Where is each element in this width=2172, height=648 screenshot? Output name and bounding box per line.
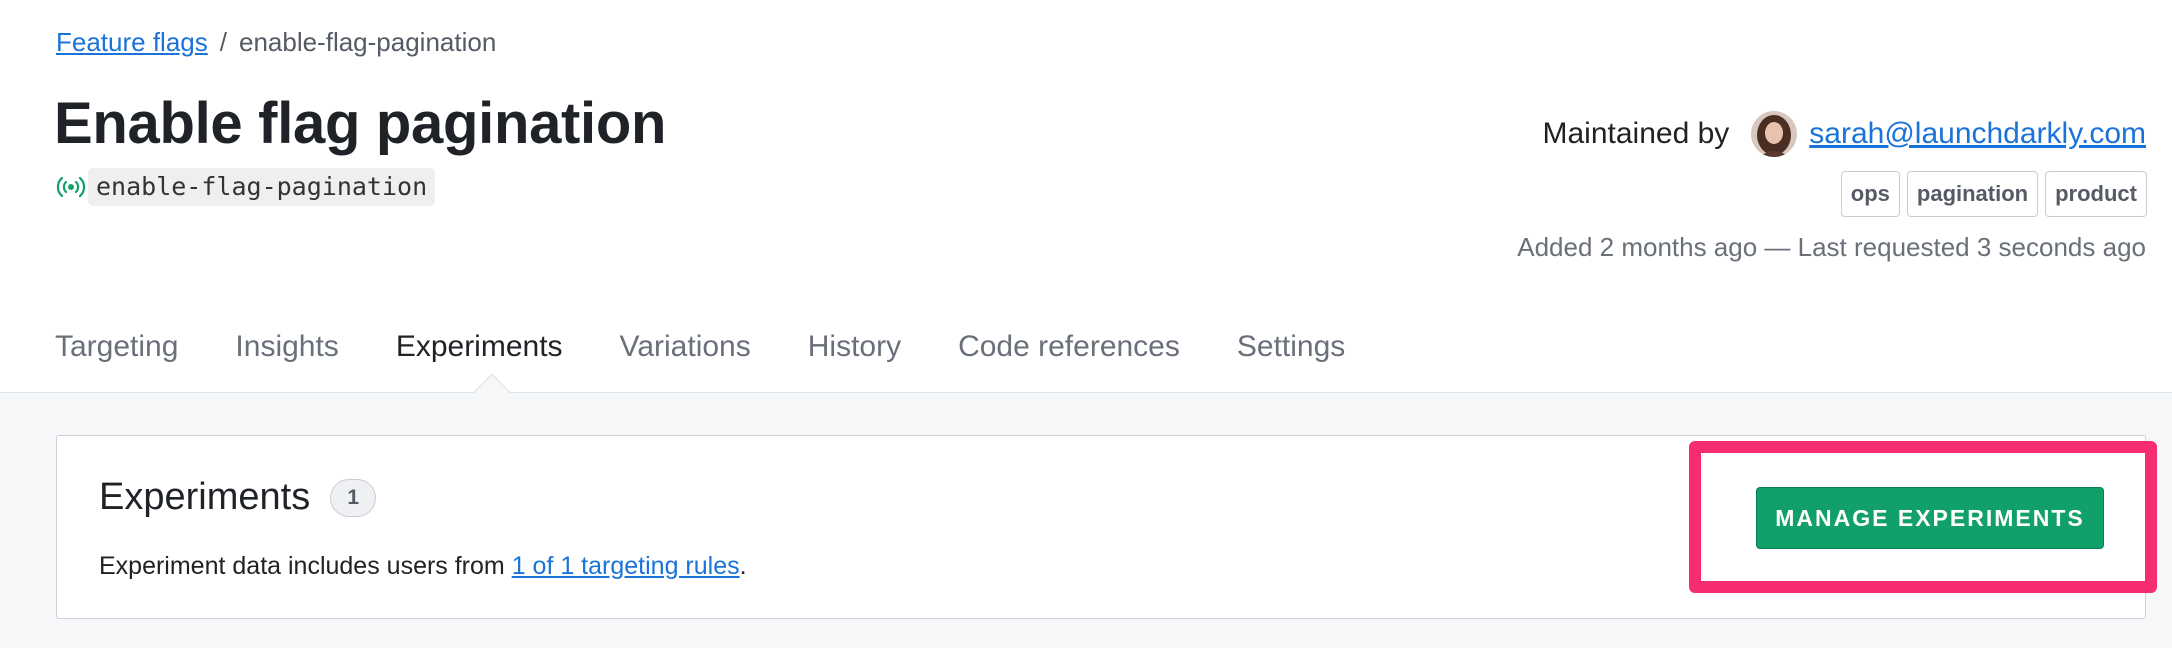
experiments-title: Experiments — [99, 476, 311, 518]
tag-list: ops pagination product — [1840, 171, 2147, 217]
breadcrumb: Feature flags / enable-flag-pagination — [56, 27, 496, 58]
manage-experiments-button[interactable]: MANAGE EXPERIMENTS — [1756, 487, 2104, 549]
description-suffix: . — [739, 552, 747, 580]
breadcrumb-separator: / — [219, 27, 227, 57]
tab-settings[interactable]: Settings — [1237, 330, 1345, 364]
maintainer-label: Maintained by — [1542, 117, 1730, 150]
experiments-description: Experiment data includes users from 1 of… — [99, 552, 747, 581]
maintainer: Maintained by sarah@launchdarkly.com — [1542, 108, 2146, 160]
experiments-header: Experiments 1 — [99, 476, 377, 519]
tag[interactable]: ops — [1840, 171, 1900, 217]
tag[interactable]: pagination — [1906, 171, 2039, 217]
flag-key-row: enable-flag-pagination — [56, 168, 436, 206]
experiments-count-badge: 1 — [330, 478, 377, 517]
tab-experiments[interactable]: Experiments — [396, 330, 563, 364]
page-title: Enable flag pagination — [54, 91, 667, 156]
signal-broadcast-icon — [56, 176, 86, 198]
tab-bar: Targeting Insights Experiments Variation… — [55, 330, 1345, 364]
tab-targeting[interactable]: Targeting — [55, 330, 178, 364]
avatar — [1751, 111, 1798, 157]
flag-key: enable-flag-pagination — [88, 168, 436, 206]
tab-insights[interactable]: Insights — [235, 330, 338, 364]
tab-code-references[interactable]: Code references — [958, 330, 1180, 364]
breadcrumb-feature-flags-link[interactable]: Feature flags — [56, 27, 208, 57]
targeting-rules-link[interactable]: 1 of 1 targeting rules — [512, 552, 740, 580]
tag[interactable]: product — [2045, 171, 2147, 217]
tab-history[interactable]: History — [808, 330, 901, 364]
flag-dates: Added 2 months ago — Last requested 3 se… — [1517, 232, 2146, 262]
description-text: Experiment data includes users from — [99, 552, 512, 580]
tab-variations[interactable]: Variations — [620, 330, 751, 364]
maintainer-email-link[interactable]: sarah@launchdarkly.com — [1809, 117, 2146, 151]
breadcrumb-current: enable-flag-pagination — [238, 27, 497, 57]
